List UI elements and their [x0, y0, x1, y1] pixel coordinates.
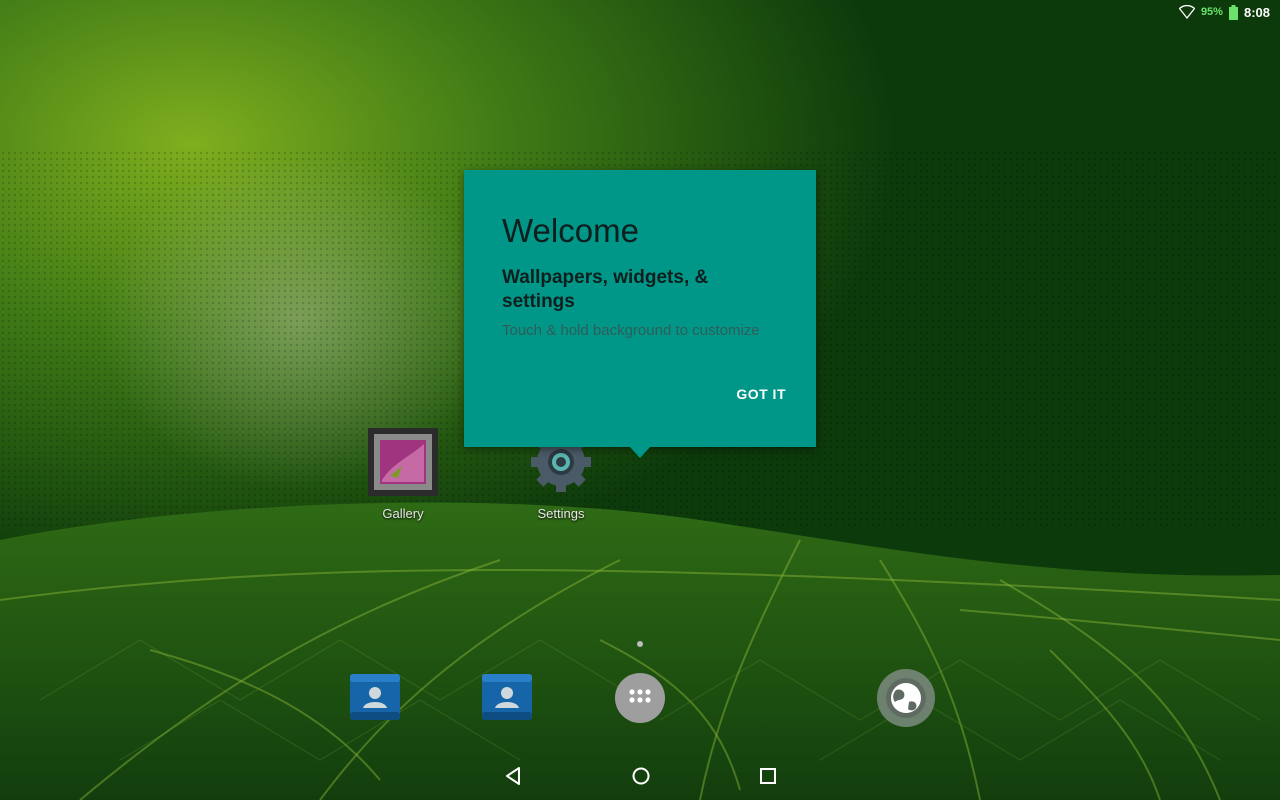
gallery-app[interactable]: Gallery: [358, 428, 448, 528]
got-it-button[interactable]: GOT IT: [736, 386, 786, 402]
dialog-pointer-arrow: [629, 446, 651, 458]
back-icon[interactable]: [502, 764, 524, 788]
dialog-description: Touch & hold background to customize: [502, 322, 760, 339]
battery-icon: [1228, 4, 1238, 20]
status-clock: 8:08: [1243, 4, 1270, 20]
all-apps-icon[interactable]: [614, 672, 666, 724]
welcome-dialog: Welcome Wallpapers, widgets, & settings …: [464, 170, 816, 447]
dialog-subtitle: Wallpapers, widgets, & settings: [502, 267, 709, 312]
status-bar[interactable]: 95% 8:08: [0, 0, 1280, 24]
contacts-icon[interactable]: [348, 670, 402, 724]
gallery-icon: [368, 428, 438, 496]
home-icon[interactable]: [630, 764, 652, 788]
wifi-icon: [1178, 5, 1195, 19]
browser-globe-icon[interactable]: [876, 668, 936, 728]
page-indicator-dot: [637, 641, 643, 647]
dialog-title: Welcome: [502, 212, 639, 249]
app-label: Settings: [537, 506, 585, 521]
status-indicators: 95% 8:08: [1178, 4, 1270, 20]
navigation-bar: [0, 752, 1280, 800]
contacts-icon[interactable]: [480, 670, 534, 724]
app-label: Gallery: [382, 506, 424, 521]
recents-icon[interactable]: [757, 764, 779, 788]
battery-percentage: 95%: [1200, 6, 1223, 18]
